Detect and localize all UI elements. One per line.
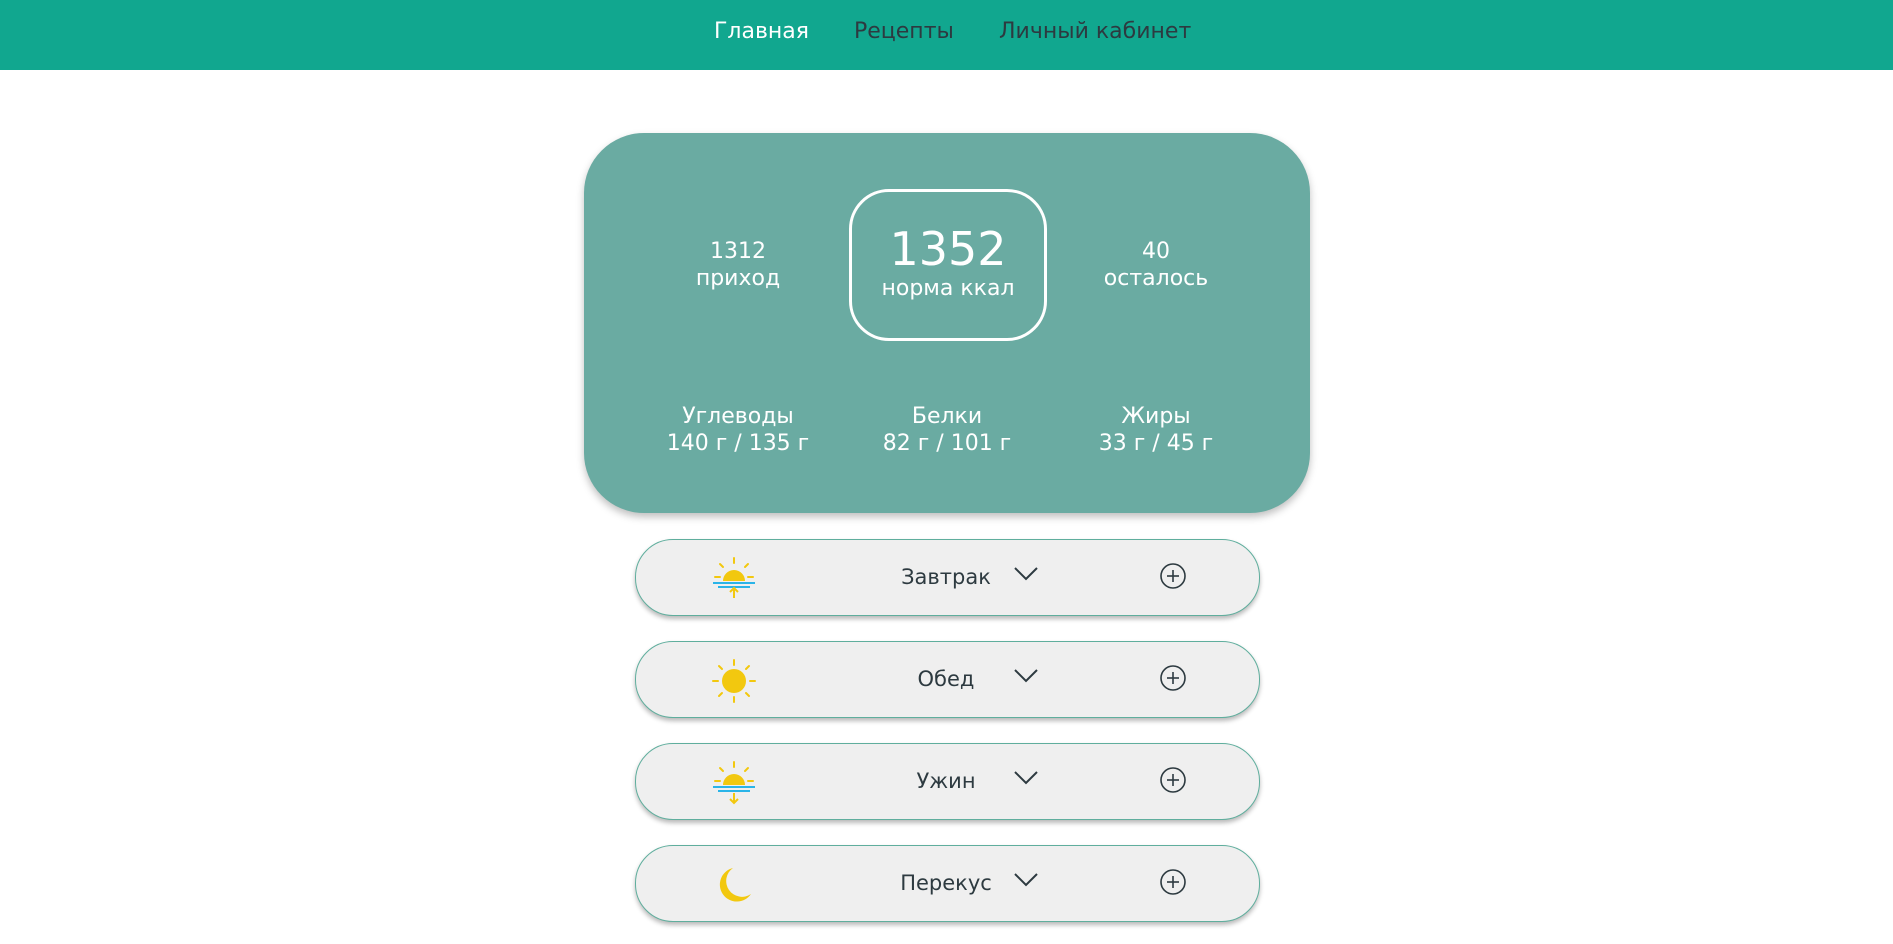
add-circle-icon[interactable] <box>1159 664 1187 692</box>
sun-icon <box>712 659 756 703</box>
nav-item-recipes[interactable]: Рецепты <box>854 19 954 44</box>
remaining-stat: 40 осталось <box>1056 238 1256 292</box>
macro-value: 33 г / 45 г <box>1098 431 1214 456</box>
remaining-value: 40 <box>1142 239 1170 264</box>
chevron-down-icon[interactable] <box>1013 666 1039 686</box>
intake-stat: 1312 приход <box>638 238 838 292</box>
macro-label: Белки <box>911 404 983 429</box>
add-circle-icon[interactable] <box>1159 766 1187 794</box>
add-circle-icon[interactable] <box>1159 562 1187 590</box>
macro-carbs: Углеводы 140 г / 135 г <box>638 403 838 457</box>
nav-item-account[interactable]: Личный кабинет <box>999 19 1191 44</box>
norm-label: норма ккал <box>881 276 1015 301</box>
sunrise-icon <box>713 557 755 598</box>
chevron-down-icon[interactable] <box>1013 564 1039 584</box>
moon-icon <box>719 868 751 902</box>
macro-label: Жиры <box>1121 404 1191 429</box>
chevron-down-icon[interactable] <box>1013 768 1039 788</box>
sunset-icon <box>713 761 755 805</box>
add-circle-icon[interactable] <box>1159 868 1187 896</box>
meal-row-lunch[interactable]: Обед <box>635 641 1260 718</box>
norm-value: 1352 <box>889 222 1007 276</box>
macro-protein: Белки 82 г / 101 г <box>847 403 1047 457</box>
macro-label: Углеводы <box>682 404 794 429</box>
macro-fat: Жиры 33 г / 45 г <box>1056 403 1256 457</box>
nav-item-home[interactable]: Главная <box>714 19 809 44</box>
meal-row-snack[interactable]: Перекус <box>635 845 1260 922</box>
macro-value: 82 г / 101 г <box>882 431 1012 456</box>
top-navigation: Главная Рецепты Личный кабинет <box>0 0 1893 70</box>
chevron-down-icon[interactable] <box>1013 870 1039 890</box>
intake-label: приход <box>695 266 781 291</box>
macro-value: 140 г / 135 г <box>666 431 810 456</box>
remaining-label: осталось <box>1103 266 1209 291</box>
meal-row-dinner[interactable]: Ужин <box>635 743 1260 820</box>
intake-value: 1312 <box>710 239 766 264</box>
calorie-summary-card: 1312 приход 1352 норма ккал 40 осталось … <box>584 133 1310 513</box>
meal-row-breakfast[interactable]: Завтрак <box>635 539 1260 616</box>
calorie-norm-box: 1352 норма ккал <box>849 189 1047 341</box>
